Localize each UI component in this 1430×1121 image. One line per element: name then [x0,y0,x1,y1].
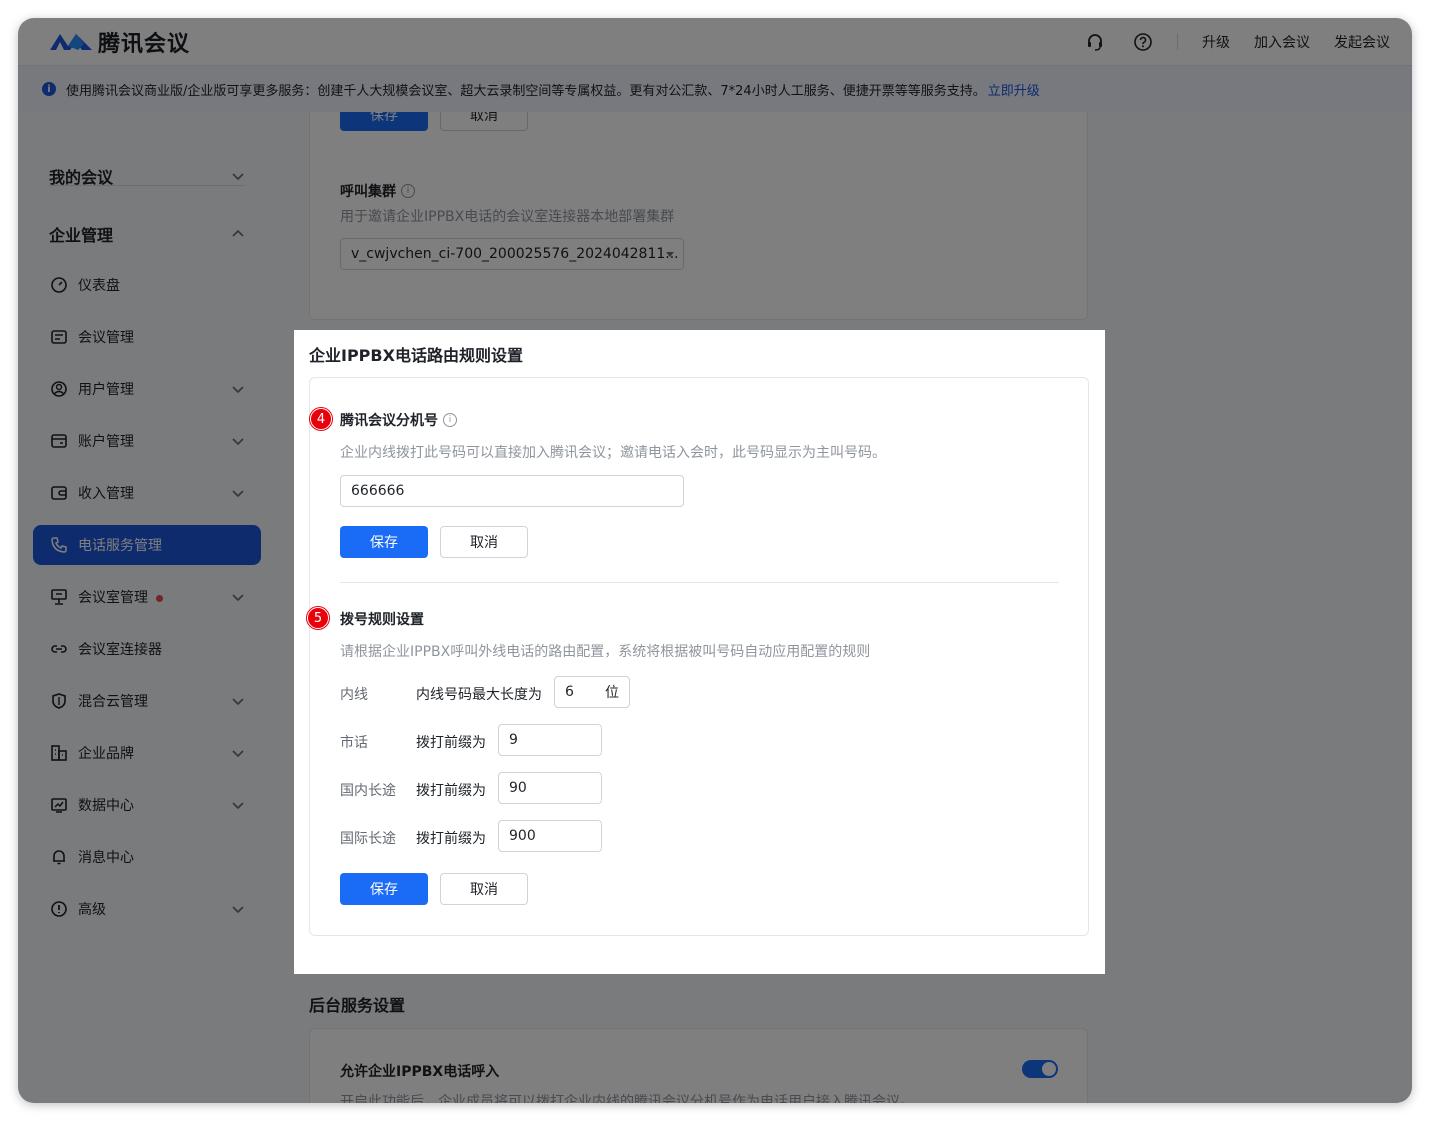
extension-input[interactable]: 666666 [340,475,684,507]
international-prefix-input[interactable]: 900 [498,820,602,852]
cancel-extension-button[interactable]: 取消 [440,526,528,558]
unit-label: 位 [605,685,619,701]
rule-label-local: 拨打前缀为 [416,735,486,751]
step-badge-5: 5 [307,607,329,629]
domestic-prefix-input[interactable]: 90 [498,772,602,804]
rule-type-local: 市话 [340,735,368,751]
app-window: 腾讯会议 升级 加入会议 发起会议 i 使用腾讯会议商业版/企业版可享更多服务：… [18,18,1412,1103]
rule-label-domestic: 拨打前缀为 [416,783,486,799]
rule-label-extension: 内线号码最大长度为 [416,687,542,703]
routing-rules-modal: 企业IPPBX电话路由规则设置 4 腾讯会议分机号 i 企业内线拨打此号码可以直… [294,330,1105,974]
info-icon[interactable]: i [443,413,457,427]
step-badge-4: 4 [310,408,332,430]
divider [340,582,1059,583]
extension-label-text: 腾讯会议分机号 [340,413,438,429]
rule-type-international: 国际长途 [340,831,396,847]
save-extension-button[interactable]: 保存 [340,526,428,558]
extension-length-input[interactable]: 6 位 [554,676,630,708]
cancel-dial-rules-button[interactable]: 取消 [440,873,528,905]
rule-type-extension: 内线 [340,687,368,703]
extension-desc: 企业内线拨打此号码可以直接加入腾讯会议；邀请电话入会时，此号码显示为主叫号码。 [340,445,886,461]
local-prefix-input[interactable]: 9 [498,724,602,756]
extension-label: 腾讯会议分机号 i [340,410,457,430]
dial-rules-label: 拨号规则设置 [340,612,424,628]
save-dial-rules-button[interactable]: 保存 [340,873,428,905]
extension-length-value: 6 [565,684,574,700]
rule-type-domestic: 国内长途 [340,783,396,799]
modal-card: 4 腾讯会议分机号 i 企业内线拨打此号码可以直接加入腾讯会议；邀请电话入会时，… [307,377,1089,936]
modal-title: 企业IPPBX电话路由规则设置 [309,346,523,365]
dial-rules-desc: 请根据企业IPPBX呼叫外线电话的路由配置，系统将根据被叫号码自动应用配置的规则 [340,644,871,660]
rule-label-international: 拨打前缀为 [416,831,486,847]
